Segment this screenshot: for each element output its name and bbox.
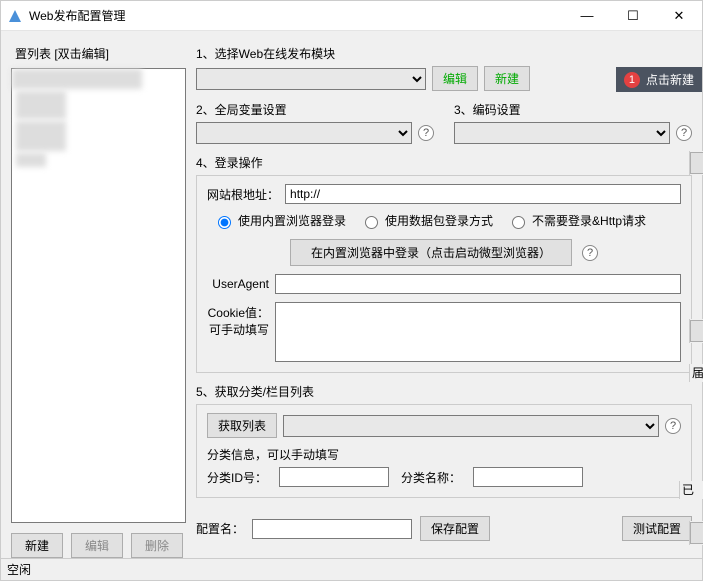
section-4-label: 4、登录操作 [196,154,692,171]
section-3-label: 3、编码设置 [454,101,692,118]
module-edit-button[interactable]: 编辑 [432,66,478,91]
section-2-label: 2、全局变量设置 [196,101,434,118]
behind-window-fragment: 已发 [679,481,703,499]
status-text: 空闲 [7,561,31,578]
radio-data-packet[interactable]: 使用数据包登录方式 [360,212,493,229]
encoding-select[interactable] [454,122,670,144]
window-body: 置列表 [双击编辑] 新建 编辑 删除 1、选择Web在线发布模块 [1,31,702,558]
config-name-input[interactable] [252,519,412,539]
help-icon[interactable]: ? [676,125,692,141]
left-button-row: 新建 编辑 删除 [11,533,186,558]
close-button[interactable]: ✕ [656,1,702,31]
new-config-button[interactable]: 新建 [11,533,63,558]
root-url-input[interactable] [285,184,681,204]
maximize-button[interactable]: ☐ [610,1,656,31]
user-agent-input[interactable] [275,274,681,294]
partial-label: 已发 [680,481,694,499]
radio-builtin-browser[interactable]: 使用内置浏览器登录 [213,212,346,229]
category-name-input[interactable] [473,467,583,487]
partial-button[interactable] [690,152,703,174]
minimize-button[interactable]: — [564,1,610,31]
section-module: 1、选择Web在线发布模块 编辑 新建 1 点击新建 [196,45,692,91]
global-var-select[interactable] [196,122,412,144]
partial-label: 届 [690,364,703,382]
footer-row: 配置名： 保存配置 测试配置 [196,508,692,549]
main-area: 置列表 [双击编辑] 新建 编辑 删除 1、选择Web在线发布模块 [11,41,692,558]
app-icon [7,8,23,24]
help-icon[interactable]: ? [418,125,434,141]
category-select[interactable] [283,415,659,437]
category-info-label: 分类信息，可以手动填写 [207,446,681,463]
titlebar: Web发布配置管理 — ☐ ✕ [1,1,702,31]
cookie-label: Cookie值：可手动填写 [207,302,275,339]
config-list-label: 置列表 [双击编辑] [11,41,186,68]
cookie-textarea[interactable] [275,302,681,362]
partial-button[interactable] [690,320,703,342]
section-1-label: 1、选择Web在线发布模块 [196,45,692,62]
save-config-button[interactable]: 保存配置 [420,516,490,541]
category-name-label: 分类名称： [401,469,461,486]
edit-config-button[interactable]: 编辑 [71,533,123,558]
tutorial-tooltip: 1 点击新建 [616,67,702,92]
behind-window-fragment [689,319,703,343]
right-panel: 1、选择Web在线发布模块 编辑 新建 1 点击新建 2、全局变量设置 [196,41,692,558]
partial-button[interactable] [690,522,703,544]
category-id-input[interactable] [279,467,389,487]
behind-window-fragment: 届 [689,364,703,382]
left-panel: 置列表 [双击编辑] 新建 编辑 删除 [11,41,186,558]
section-5-label: 5、获取分类/栏目列表 [196,383,692,400]
login-mode-radios: 使用内置浏览器登录 使用数据包登录方式 不需要登录&Http请求 [213,212,681,229]
section-login: 4、登录操作 网站根地址： 使用内置浏览器登录 使用数据包登录方式 不需要登录&… [196,154,692,373]
status-bar: 空闲 [1,558,702,580]
help-icon[interactable]: ? [665,418,681,434]
tooltip-step-badge: 1 [624,72,640,88]
user-agent-label: UserAgent [207,274,275,291]
root-url-label: 网站根地址： [207,186,279,203]
launch-browser-button[interactable]: 在内置浏览器中登录（点击启动微型浏览器） [290,239,572,266]
login-fieldset: 网站根地址： 使用内置浏览器登录 使用数据包登录方式 不需要登录&Http请求 … [196,175,692,373]
radio-packet-input[interactable] [365,216,378,229]
config-list[interactable] [11,68,186,523]
config-name-label: 配置名： [196,520,244,537]
app-window: Web发布配置管理 — ☐ ✕ 置列表 [双击编辑] 新建 编辑 删除 [0,0,703,581]
delete-config-button[interactable]: 删除 [131,533,183,558]
category-id-label: 分类ID号： [207,469,267,486]
behind-window-fragment [689,151,703,175]
module-select[interactable] [196,68,426,90]
get-list-button[interactable]: 获取列表 [207,413,277,438]
test-config-button[interactable]: 测试配置 [622,516,692,541]
help-icon[interactable]: ? [582,245,598,261]
radio-no-login[interactable]: 不需要登录&Http请求 [507,212,646,229]
categories-fieldset: 获取列表 ? 分类信息，可以手动填写 分类ID号： 分类名称： [196,404,692,498]
radio-builtin-input[interactable] [218,216,231,229]
tooltip-text: 点击新建 [646,71,694,88]
section-2-3-row: 2、全局变量设置 ? 3、编码设置 ? [196,101,692,144]
radio-nologin-input[interactable] [512,216,525,229]
module-new-button[interactable]: 新建 [484,66,530,91]
section-categories: 5、获取分类/栏目列表 获取列表 ? 分类信息，可以手动填写 分类ID号： 分类… [196,383,692,498]
behind-window-fragment [689,521,703,545]
window-title: Web发布配置管理 [29,7,564,24]
